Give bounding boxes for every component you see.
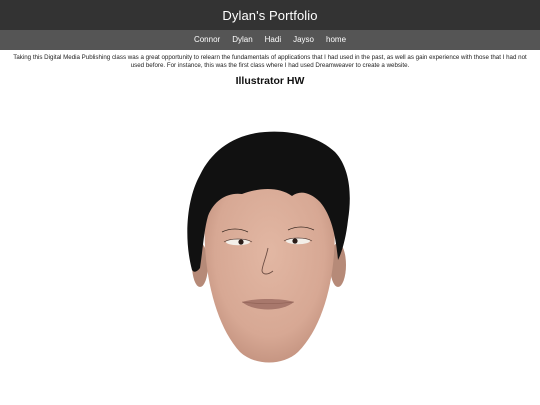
nav-link-connor[interactable]: Connor (188, 30, 226, 50)
intro-paragraph: Taking this Digital Media Publishing cla… (13, 54, 527, 69)
nav-link-jayso[interactable]: Jayso (287, 30, 320, 50)
nav-link-hadi[interactable]: Hadi (259, 30, 287, 50)
main-nav: Connor Dylan Hadi Jayso home (0, 30, 540, 50)
face-illustration (187, 131, 350, 363)
section-heading: Illustrator HW (235, 75, 305, 87)
site-title: Dylan's Portfolio (222, 7, 318, 23)
nav-link-dylan[interactable]: Dylan (226, 30, 258, 50)
site-header: Dylan's Portfolio (0, 0, 540, 30)
nav-link-home[interactable]: home (320, 30, 352, 50)
